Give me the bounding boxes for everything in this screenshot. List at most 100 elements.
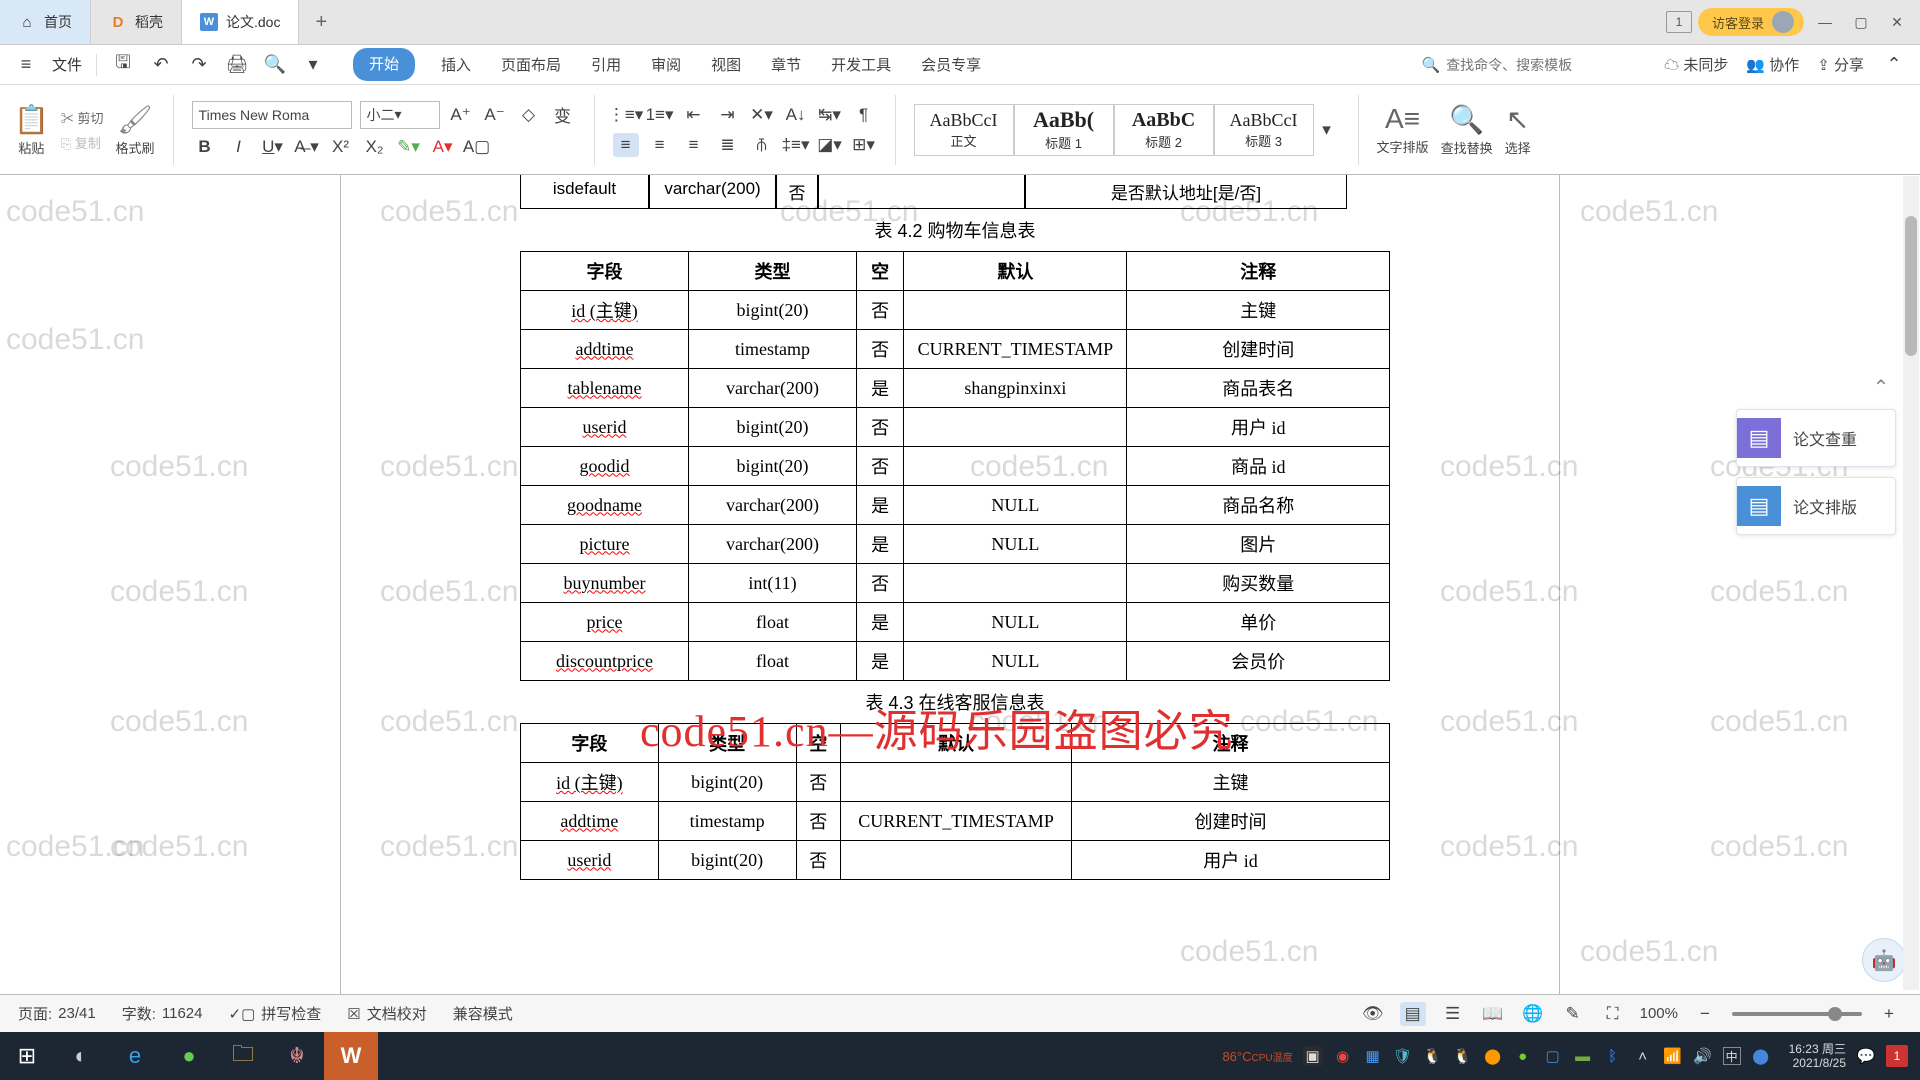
collapse-icon[interactable]: ⌃ xyxy=(1882,53,1906,77)
edit-icon[interactable]: ✎ xyxy=(1560,1002,1586,1026)
font-family-select[interactable]: Times New Roma xyxy=(192,101,352,129)
undo-icon[interactable]: ↶ xyxy=(149,53,173,77)
dropdown-icon[interactable]: ▾ xyxy=(301,53,325,77)
ime-icon[interactable]: 中 xyxy=(1723,1047,1741,1065)
redo-icon[interactable]: ↷ xyxy=(187,53,211,77)
tab-document[interactable]: W 论文.doc xyxy=(182,0,299,44)
indent-icon[interactable]: ⇥ xyxy=(715,103,741,127)
zoom-level[interactable]: 100% xyxy=(1640,1005,1678,1022)
zoom-thumb-icon[interactable] xyxy=(1828,1007,1842,1021)
copy-button[interactable]: ⎘ 复制 xyxy=(61,133,104,152)
spellcheck-toggle[interactable]: ✓▢ 拼写检查 xyxy=(229,1003,322,1024)
app-icon[interactable]: ☬ xyxy=(270,1032,324,1080)
subscript-icon[interactable]: X₂ xyxy=(362,135,388,159)
clock[interactable]: 16:23 周三 2021/8/25 xyxy=(1789,1042,1846,1070)
cpu-temp[interactable]: 86°CCPU温度 xyxy=(1222,1049,1292,1064)
strike-icon[interactable]: A̶ ▾ xyxy=(294,135,320,159)
ie-icon[interactable]: e xyxy=(108,1032,162,1080)
style-more-icon[interactable]: ▾ xyxy=(1314,118,1340,142)
view-outline-icon[interactable]: ☰ xyxy=(1440,1002,1466,1026)
word-count[interactable]: 字数: 11624 xyxy=(122,1003,203,1024)
notification-icon[interactable]: 💬 xyxy=(1856,1046,1876,1066)
align-center-icon[interactable]: ≡ xyxy=(647,133,673,157)
view-read-icon[interactable]: 📖 xyxy=(1480,1002,1506,1026)
tab-home[interactable]: ⌂ 首页 xyxy=(0,0,91,44)
tray-icon[interactable]: 🐧 xyxy=(1423,1046,1443,1066)
tray-icon[interactable]: ▦ xyxy=(1363,1046,1383,1066)
tray-up-icon[interactable]: ˄ xyxy=(1633,1046,1653,1066)
start-button[interactable]: ⊞ xyxy=(0,1032,54,1080)
tab-daoke[interactable]: D 稻壳 xyxy=(91,0,182,44)
show-marks-icon[interactable]: ¶ xyxy=(851,103,877,127)
tab-start[interactable]: 开始 xyxy=(353,48,415,81)
tray-icon[interactable]: ◉ xyxy=(1333,1046,1353,1066)
decrease-font-icon[interactable]: A⁻ xyxy=(482,103,508,127)
tab-stop-icon[interactable]: ↹▾ xyxy=(817,103,843,127)
tab-review[interactable]: 审阅 xyxy=(647,48,685,81)
justify-icon[interactable]: ≣ xyxy=(715,133,741,157)
preview-icon[interactable]: 🔍 xyxy=(263,53,287,77)
style-h1[interactable]: AaBb( 标题 1 xyxy=(1014,104,1114,156)
font-size-select[interactable]: 小二 ▾ xyxy=(360,101,440,129)
proofread-toggle[interactable]: ☒ 文档校对 xyxy=(347,1003,426,1024)
superscript-icon[interactable]: X² xyxy=(328,135,354,159)
tray-icon[interactable]: ⬤ xyxy=(1751,1046,1771,1066)
tray-icon[interactable]: ▣ xyxy=(1303,1046,1323,1066)
wps-icon[interactable]: W xyxy=(324,1032,378,1080)
panel-collapse-icon[interactable]: ⌃ xyxy=(1866,375,1896,399)
zoom-slider[interactable] xyxy=(1732,1012,1862,1016)
tab-layout[interactable]: 页面布局 xyxy=(497,48,565,81)
cortana-icon[interactable]: ◐ xyxy=(54,1032,108,1080)
vertical-scrollbar[interactable] xyxy=(1903,176,1919,990)
tab-insert[interactable]: 插入 xyxy=(437,48,475,81)
paper-layout-button[interactable]: ▤ 论文排版 xyxy=(1736,477,1896,535)
menu-icon[interactable]: ≡ xyxy=(14,53,38,77)
unsync-button[interactable]: ☁ 未同步 xyxy=(1664,54,1728,75)
shading-icon[interactable]: ◪▾ xyxy=(817,133,843,157)
sort-icon[interactable]: A↓ xyxy=(783,103,809,127)
number-list-icon[interactable]: 1≡▾ xyxy=(647,103,673,127)
font-color-icon[interactable]: A▾ xyxy=(430,135,456,159)
command-search[interactable]: 🔍 xyxy=(1421,56,1646,74)
page-indicator[interactable]: 页面: 23/41 xyxy=(18,1003,96,1024)
asian-layout-icon[interactable]: ✕▾ xyxy=(749,103,775,127)
align-right-icon[interactable]: ≡ xyxy=(681,133,707,157)
save-icon[interactable]: 🖫 xyxy=(111,53,135,77)
style-normal[interactable]: AaBbCcI 正文 xyxy=(914,104,1014,156)
view-web-icon[interactable]: 🌐 xyxy=(1520,1002,1546,1026)
tab-view[interactable]: 视图 xyxy=(707,48,745,81)
clear-format-icon[interactable]: ◇ xyxy=(516,103,542,127)
paste-group[interactable]: 📋 粘贴 xyxy=(14,103,49,157)
coop-button[interactable]: 👥 协作 xyxy=(1746,54,1799,75)
volume-icon[interactable]: 🔊 xyxy=(1693,1046,1713,1066)
assistant-bubble[interactable]: 🤖 xyxy=(1862,938,1906,982)
zoom-in-icon[interactable]: + xyxy=(1876,1002,1902,1026)
outdent-icon[interactable]: ⇤ xyxy=(681,103,707,127)
guest-login[interactable]: 访客登录 xyxy=(1698,8,1804,36)
file-menu[interactable]: 文件 xyxy=(52,54,82,75)
style-h2[interactable]: AaBbC 标题 2 xyxy=(1114,104,1214,156)
tray-icon[interactable]: 🐧 xyxy=(1453,1046,1473,1066)
tray-icon[interactable]: 🛡 xyxy=(1393,1046,1413,1066)
phonetic-icon[interactable]: 变 xyxy=(550,103,576,127)
increase-font-icon[interactable]: A⁺ xyxy=(448,103,474,127)
browser-icon[interactable]: ● xyxy=(162,1032,216,1080)
notification-badge[interactable]: 1 xyxy=(1886,1045,1908,1067)
tab-vip[interactable]: 会员专享 xyxy=(917,48,985,81)
italic-icon[interactable]: I xyxy=(226,135,252,159)
tab-reference[interactable]: 引用 xyxy=(587,48,625,81)
share-button[interactable]: ⇪ 分享 xyxy=(1817,54,1864,75)
tab-new[interactable]: + xyxy=(299,0,343,44)
style-h3[interactable]: AaBbCcI 标题 3 xyxy=(1214,104,1314,156)
view-page-icon[interactable]: ▤ xyxy=(1400,1002,1426,1026)
borders-icon[interactable]: ⊞▾ xyxy=(851,133,877,157)
maximize-button[interactable]: ▢ xyxy=(1846,9,1876,35)
bullet-list-icon[interactable]: ⋮≡▾ xyxy=(613,103,639,127)
fit-icon[interactable]: ⛶ xyxy=(1600,1002,1626,1026)
bluetooth-icon[interactable]: ᛒ xyxy=(1603,1046,1623,1066)
tab-devtools[interactable]: 开发工具 xyxy=(827,48,895,81)
bold-icon[interactable]: B xyxy=(192,135,218,159)
search-input[interactable] xyxy=(1446,57,1646,73)
window-count[interactable]: 1 xyxy=(1666,11,1692,33)
paper-check-button[interactable]: ▤ 论文查重 xyxy=(1736,409,1896,467)
